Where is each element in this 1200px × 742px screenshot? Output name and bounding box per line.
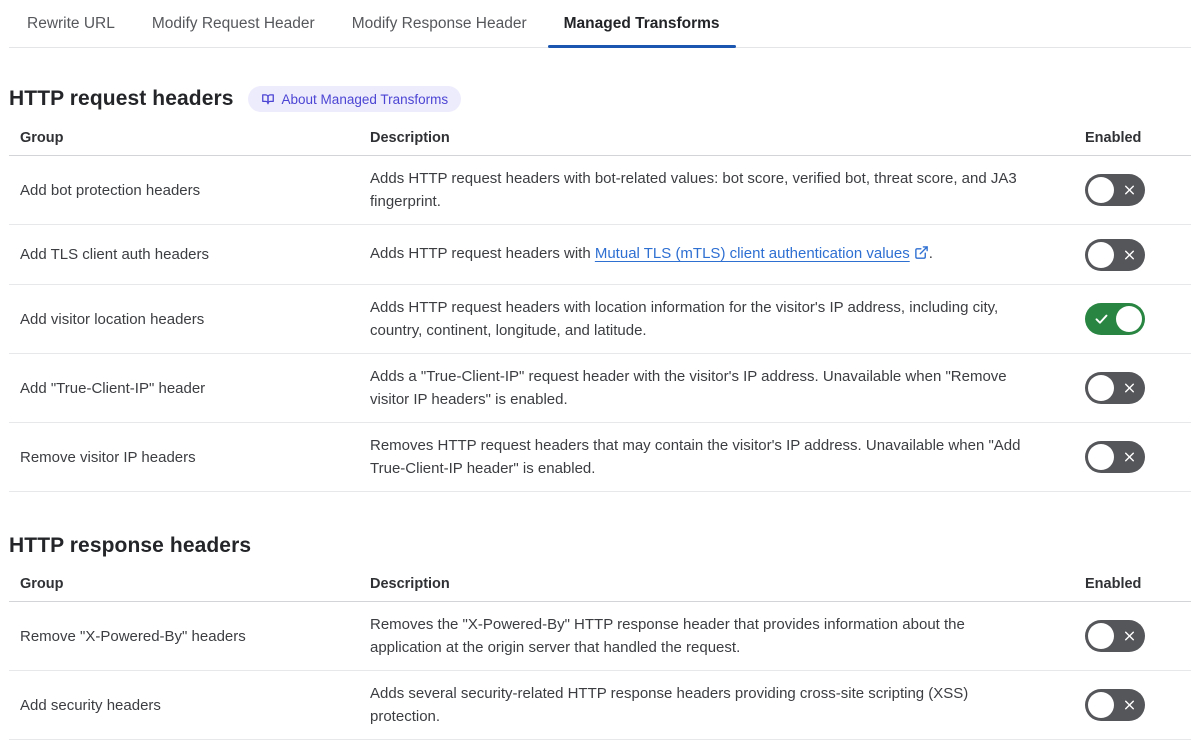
book-open-icon <box>261 92 275 106</box>
managed-transforms-page: Rewrite URL Modify Request Header Modify… <box>9 0 1191 740</box>
toggle-add-tls-client-auth-headers[interactable] <box>1085 238 1145 271</box>
request-headers-section-head: HTTP request headers About Managed Trans… <box>9 86 1191 112</box>
column-header-description: Description <box>370 576 450 592</box>
description-cell: Adds HTTP request headers with Mutual TL… <box>370 242 1050 267</box>
description-cell: Removes HTTP request headers that may co… <box>370 437 1021 477</box>
column-header-description: Description <box>370 130 450 146</box>
x-icon <box>1123 248 1136 261</box>
x-icon <box>1123 382 1136 395</box>
toggle-knob <box>1088 375 1114 401</box>
toggle-remove-x-powered-by-headers[interactable] <box>1085 620 1145 652</box>
description-cell: Adds HTTP request headers with location … <box>370 299 999 339</box>
column-header-enabled: Enabled <box>1085 576 1142 592</box>
group-cell: Add TLS client auth headers <box>20 246 210 263</box>
column-header-enabled: Enabled <box>1085 130 1142 146</box>
table-header-row: Group Description Enabled <box>9 122 1191 156</box>
external-link-icon <box>914 244 929 267</box>
tab-rewrite-url[interactable]: Rewrite URL <box>11 0 131 47</box>
toggle-add-true-client-ip-header[interactable] <box>1085 372 1145 404</box>
toggle-add-security-headers[interactable] <box>1085 689 1145 721</box>
toggle-remove-visitor-ip-headers[interactable] <box>1085 441 1145 473</box>
column-header-group: Group <box>20 130 64 146</box>
transform-rules-tabbar: Rewrite URL Modify Request Header Modify… <box>9 0 1191 48</box>
x-icon <box>1123 184 1136 197</box>
table-row: Add visitor location headers Adds HTTP r… <box>9 285 1191 354</box>
group-cell: Add "True-Client-IP" header <box>20 379 206 397</box>
table-row: Remove visitor IP headers Removes HTTP r… <box>9 423 1191 492</box>
group-cell: Add security headers <box>20 696 161 714</box>
tab-managed-transforms[interactable]: Managed Transforms <box>547 0 736 48</box>
group-cell: Remove "X-Powered-By" headers <box>20 627 246 645</box>
table-header-row: Group Description Enabled <box>9 568 1191 602</box>
column-header-group: Group <box>20 576 64 592</box>
request-headers-table: Group Description Enabled Add bot protec… <box>9 122 1191 492</box>
table-row: Add TLS client auth headers Adds HTTP re… <box>9 225 1191 285</box>
request-headers-title: HTTP request headers <box>9 87 234 110</box>
toggle-knob <box>1088 241 1114 268</box>
description-cell: Removes the "X-Powered-By" HTTP response… <box>370 616 965 656</box>
response-headers-table: Group Description Enabled Remove "X-Powe… <box>9 568 1191 740</box>
group-cell: Add bot protection headers <box>20 181 201 199</box>
check-icon <box>1094 312 1109 327</box>
description-cell: Adds a "True-Client-IP" request header w… <box>370 368 1007 408</box>
table-row: Add bot protection headers Adds HTTP req… <box>9 156 1191 225</box>
tab-modify-request-header[interactable]: Modify Request Header <box>136 0 331 47</box>
toggle-knob <box>1088 623 1114 649</box>
table-row: Add "True-Client-IP" header Adds a "True… <box>9 354 1191 423</box>
group-cell: Add visitor location headers <box>20 310 205 328</box>
response-headers-title: HTTP response headers <box>9 534 252 557</box>
toggle-add-bot-protection-headers[interactable] <box>1085 174 1145 206</box>
toggle-add-visitor-location-headers[interactable] <box>1085 303 1145 335</box>
tab-modify-response-header[interactable]: Modify Response Header <box>336 0 543 47</box>
table-row: Add security headers Adds several securi… <box>9 671 1191 740</box>
x-icon <box>1123 451 1136 464</box>
description-cell: Adds several security-related HTTP respo… <box>370 685 969 725</box>
toggle-knob <box>1088 177 1114 203</box>
response-headers-section-head: HTTP response headers <box>9 534 1191 558</box>
toggle-knob <box>1088 444 1114 470</box>
x-icon <box>1123 630 1136 643</box>
table-row: Remove "X-Powered-By" headers Removes th… <box>9 602 1191 671</box>
x-icon <box>1123 699 1136 712</box>
description-cell: Adds HTTP request headers with bot-relat… <box>370 170 1017 210</box>
toggle-knob <box>1088 692 1114 718</box>
group-cell: Remove visitor IP headers <box>20 448 196 466</box>
about-managed-transforms-link[interactable]: About Managed Transforms <box>247 86 462 112</box>
toggle-knob <box>1116 306 1142 332</box>
badge-label: About Managed Transforms <box>281 91 449 107</box>
mtls-docs-link[interactable]: Mutual TLS (mTLS) client authentication … <box>595 245 929 262</box>
